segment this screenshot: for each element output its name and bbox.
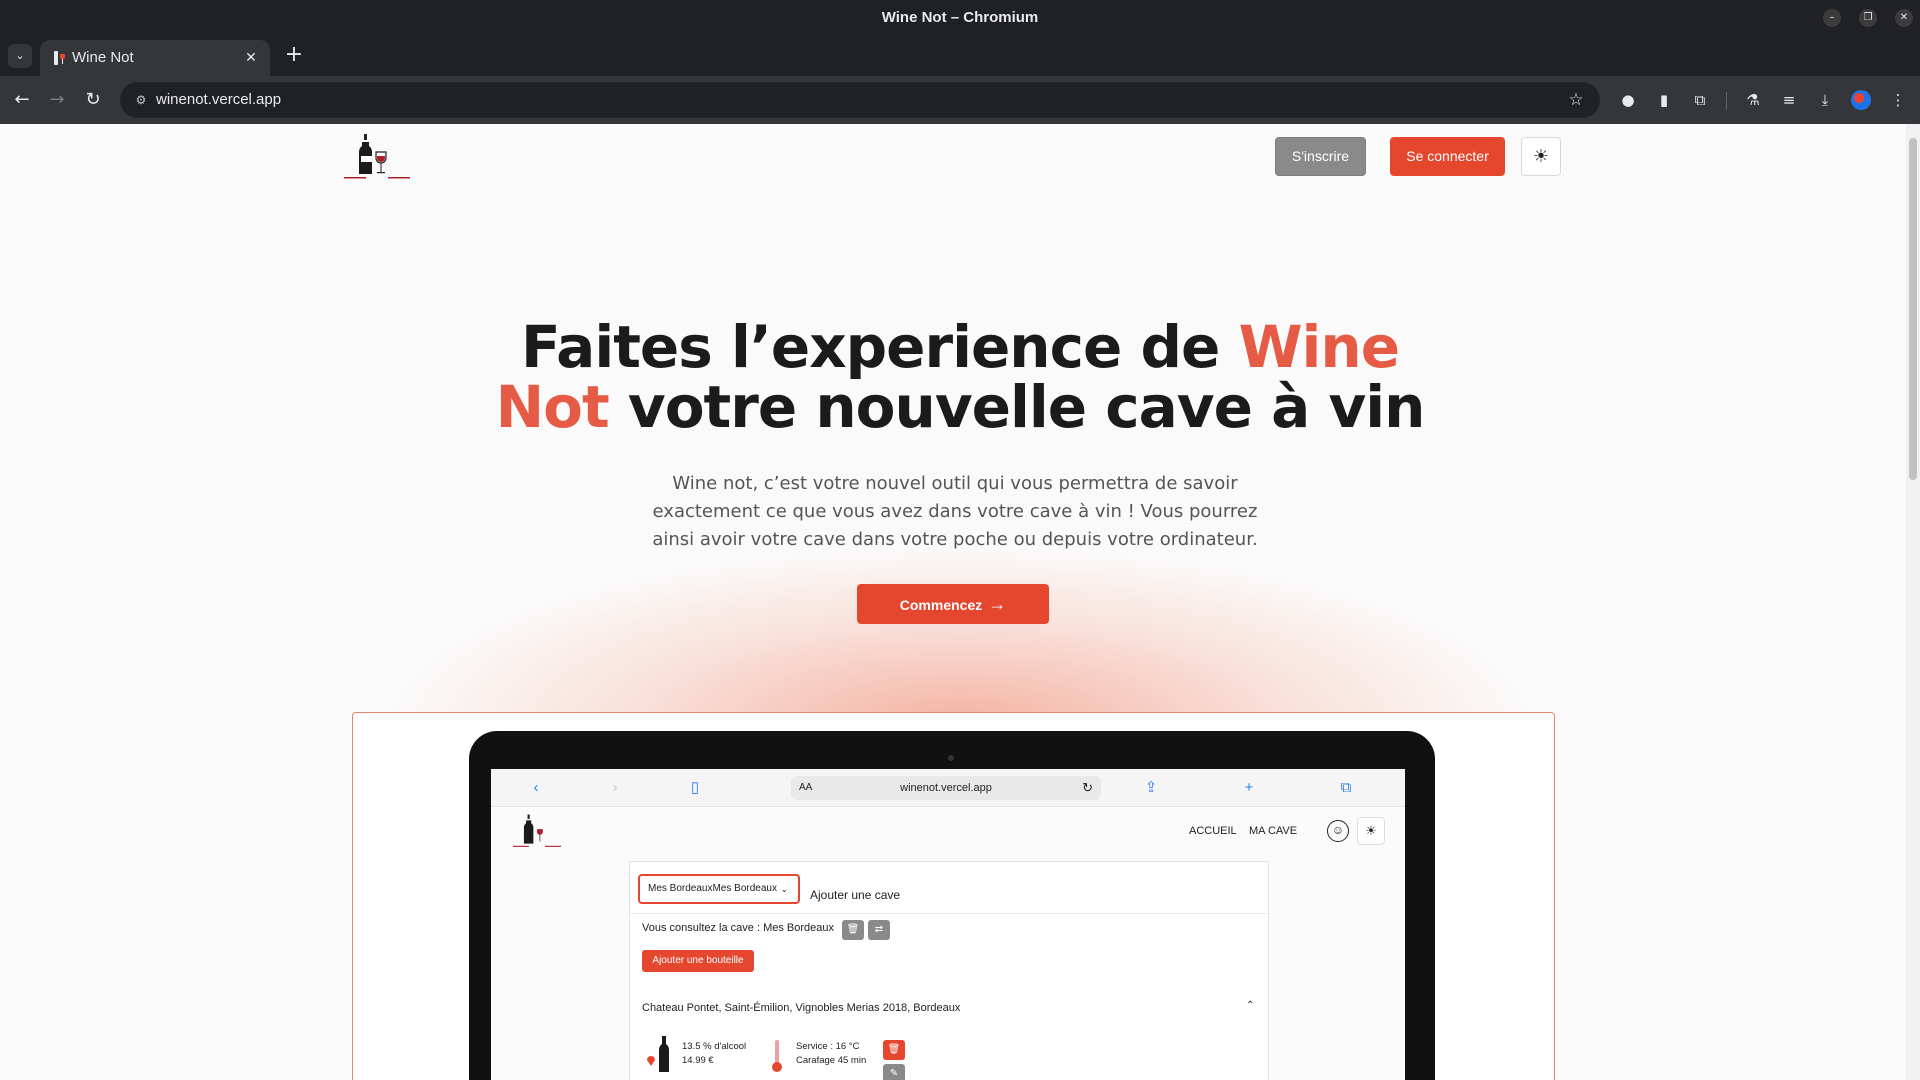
edit-wine-icon: ✎ — [883, 1064, 905, 1080]
safari-share-icon[interactable]: ⇪ — [1141, 779, 1161, 797]
hero-title-part1: Faites l’experience de — [520, 313, 1239, 381]
sun-icon: ☀ — [1532, 146, 1550, 167]
site-logo[interactable] — [344, 132, 410, 184]
wine-alcohol: 13.5 % d'alcool — [682, 1041, 747, 1052]
reload-icon[interactable]: ↻ — [81, 88, 105, 112]
close-window-icon[interactable]: ✕ — [1895, 9, 1913, 27]
consulting-text: Vous consultez la cave : Mes Bordeaux — [642, 922, 834, 934]
window-titlebar: Wine Not – Chromium – ❐ ✕ — [0, 0, 1920, 36]
address-url[interactable]: winenot.vercel.app — [156, 82, 281, 118]
hero-title-accent-not: Not — [495, 373, 610, 441]
bookmark-star-icon[interactable]: ☆ — [1566, 90, 1586, 110]
wine-carafage: Carafage 45 min — [796, 1055, 867, 1066]
close-tab-icon[interactable]: ✕ — [242, 49, 260, 67]
hero-title-accent-wine: Wine — [1238, 313, 1400, 381]
address-bar[interactable]: ⚙ winenot.vercel.app ☆ — [120, 82, 1600, 118]
labs-flask-icon[interactable]: ⚗ — [1741, 88, 1765, 112]
wine-price: 14.99 € — [682, 1055, 714, 1066]
browser-toolbar: ← → ↻ ⚙ winenot.vercel.app ☆ ● ▮ ⧉ ⚗ ≡ ⤓… — [0, 76, 1920, 124]
start-button-label: Commencez — [899, 597, 983, 613]
share-cellar-icon: ⇄ — [868, 920, 890, 940]
hero-title: Faites l’experience de Wine Not votre nou… — [460, 317, 1460, 437]
preview-site-logo — [513, 814, 561, 847]
add-bottle-button: Ajouter une bouteille — [642, 950, 754, 972]
tab-title: Wine Not — [72, 49, 134, 66]
tab-wine-not[interactable]: Wine Not ✕ — [40, 40, 270, 76]
add-cave-link: Ajouter une cave — [810, 888, 901, 902]
forward-icon[interactable]: → — [45, 88, 69, 112]
thermometer-icon — [772, 1040, 782, 1072]
login-button[interactable]: Se connecter — [1390, 137, 1505, 176]
wine-title: Chateau Pontet, Saint-Émilion, Vignobles… — [642, 1002, 961, 1014]
site-info-icon[interactable]: ⚙ — [132, 91, 150, 109]
tab-strip: ⌄ Wine Not ✕ + — [0, 36, 1920, 76]
page-scrollbar[interactable] — [1906, 124, 1920, 1080]
profile-avatar[interactable] — [1851, 90, 1871, 110]
trash-icon: 🗑 — [842, 920, 864, 940]
safari-address-bar[interactable]: AA winenot.vercel.app ↻ — [791, 776, 1101, 800]
cave-select-value: Mes BordeauxMes Bordeaux — [648, 883, 777, 894]
laptop-screen: ‹ › ▯ AA winenot.vercel.app ↻ ⇪ + ⧉ ACCU… — [491, 769, 1405, 1080]
page-viewport: S'inscrire Se connecter ☀ Faites l’exper… — [0, 124, 1920, 1080]
chevron-up-icon: ⌃ — [1246, 1000, 1255, 1011]
theme-toggle-button[interactable]: ☀ — [1521, 137, 1561, 176]
arrow-right-icon: → — [988, 594, 1007, 614]
media-queue-icon[interactable]: ≡ — [1777, 88, 1801, 112]
scrollbar-thumb[interactable] — [1909, 138, 1917, 480]
safari-bookmarks-icon[interactable]: ▯ — [685, 779, 705, 797]
safari-newtab-icon[interactable]: + — [1239, 779, 1259, 797]
extension-circle-icon[interactable]: ● — [1616, 88, 1640, 112]
app-preview-card: ‹ › ▯ AA winenot.vercel.app ↻ ⇪ + ⧉ ACCU… — [352, 712, 1555, 1080]
restore-icon[interactable]: ❐ — [1859, 9, 1877, 27]
safari-forward-icon[interactable]: › — [605, 779, 625, 797]
window-title: Wine Not – Chromium — [881, 9, 1039, 26]
chevron-down-icon: ⌄ — [780, 884, 788, 894]
preview-sun-icon: ☀ — [1357, 817, 1385, 845]
toolbar-separator — [1726, 92, 1727, 110]
hero-title-part2: votre nouvelle cave à vin — [608, 373, 1426, 441]
user-icon: ☺ — [1327, 820, 1349, 842]
safari-toolbar: ‹ › ▯ AA winenot.vercel.app ↻ ⇪ + ⧉ — [491, 769, 1405, 807]
safari-tabs-icon[interactable]: ⧉ — [1336, 779, 1356, 797]
wine-service-temp: Service : 16 °C — [796, 1041, 860, 1052]
delete-wine-icon: 🗑 — [883, 1040, 905, 1060]
download-icon[interactable]: ⤓ — [1813, 88, 1837, 112]
menu-kebab-icon[interactable]: ⋮ — [1886, 88, 1910, 112]
safari-back-icon[interactable]: ‹ — [526, 779, 546, 797]
wine-bottle-icon — [647, 1036, 669, 1072]
start-button[interactable]: Commencez → — [857, 584, 1049, 624]
minimize-icon[interactable]: – — [1823, 9, 1841, 27]
safari-reload-icon[interactable]: ↻ — [1082, 776, 1093, 800]
tab-search-icon[interactable]: ⌄ — [8, 44, 32, 68]
preview-nav-cellar: MA CAVE — [1249, 825, 1298, 837]
signup-button[interactable]: S'inscrire — [1275, 137, 1366, 176]
preview-nav-home: ACCUEIL — [1189, 825, 1237, 837]
extension-doc-icon[interactable]: ▮ — [1652, 88, 1676, 112]
hero-subtitle: Wine not, c’est votre nouvel outil qui v… — [652, 473, 1258, 550]
new-tab-icon[interactable]: + — [282, 44, 306, 68]
laptop-mockup: ‹ › ▯ AA winenot.vercel.app ↻ ⇪ + ⧉ ACCU… — [469, 731, 1435, 1080]
camera-dot — [948, 755, 954, 761]
extensions-puzzle-icon[interactable]: ⧉ — [1688, 88, 1712, 112]
cave-select: Mes BordeauxMes Bordeaux ⌄ — [638, 874, 800, 904]
safari-url: winenot.vercel.app — [900, 782, 992, 794]
wine-glass-icon — [54, 51, 65, 65]
cellar-panel: Mes BordeauxMes Bordeaux ⌄ Ajouter une c… — [629, 861, 1270, 1080]
panel-divider — [630, 913, 1270, 914]
back-icon[interactable]: ← — [10, 88, 34, 112]
